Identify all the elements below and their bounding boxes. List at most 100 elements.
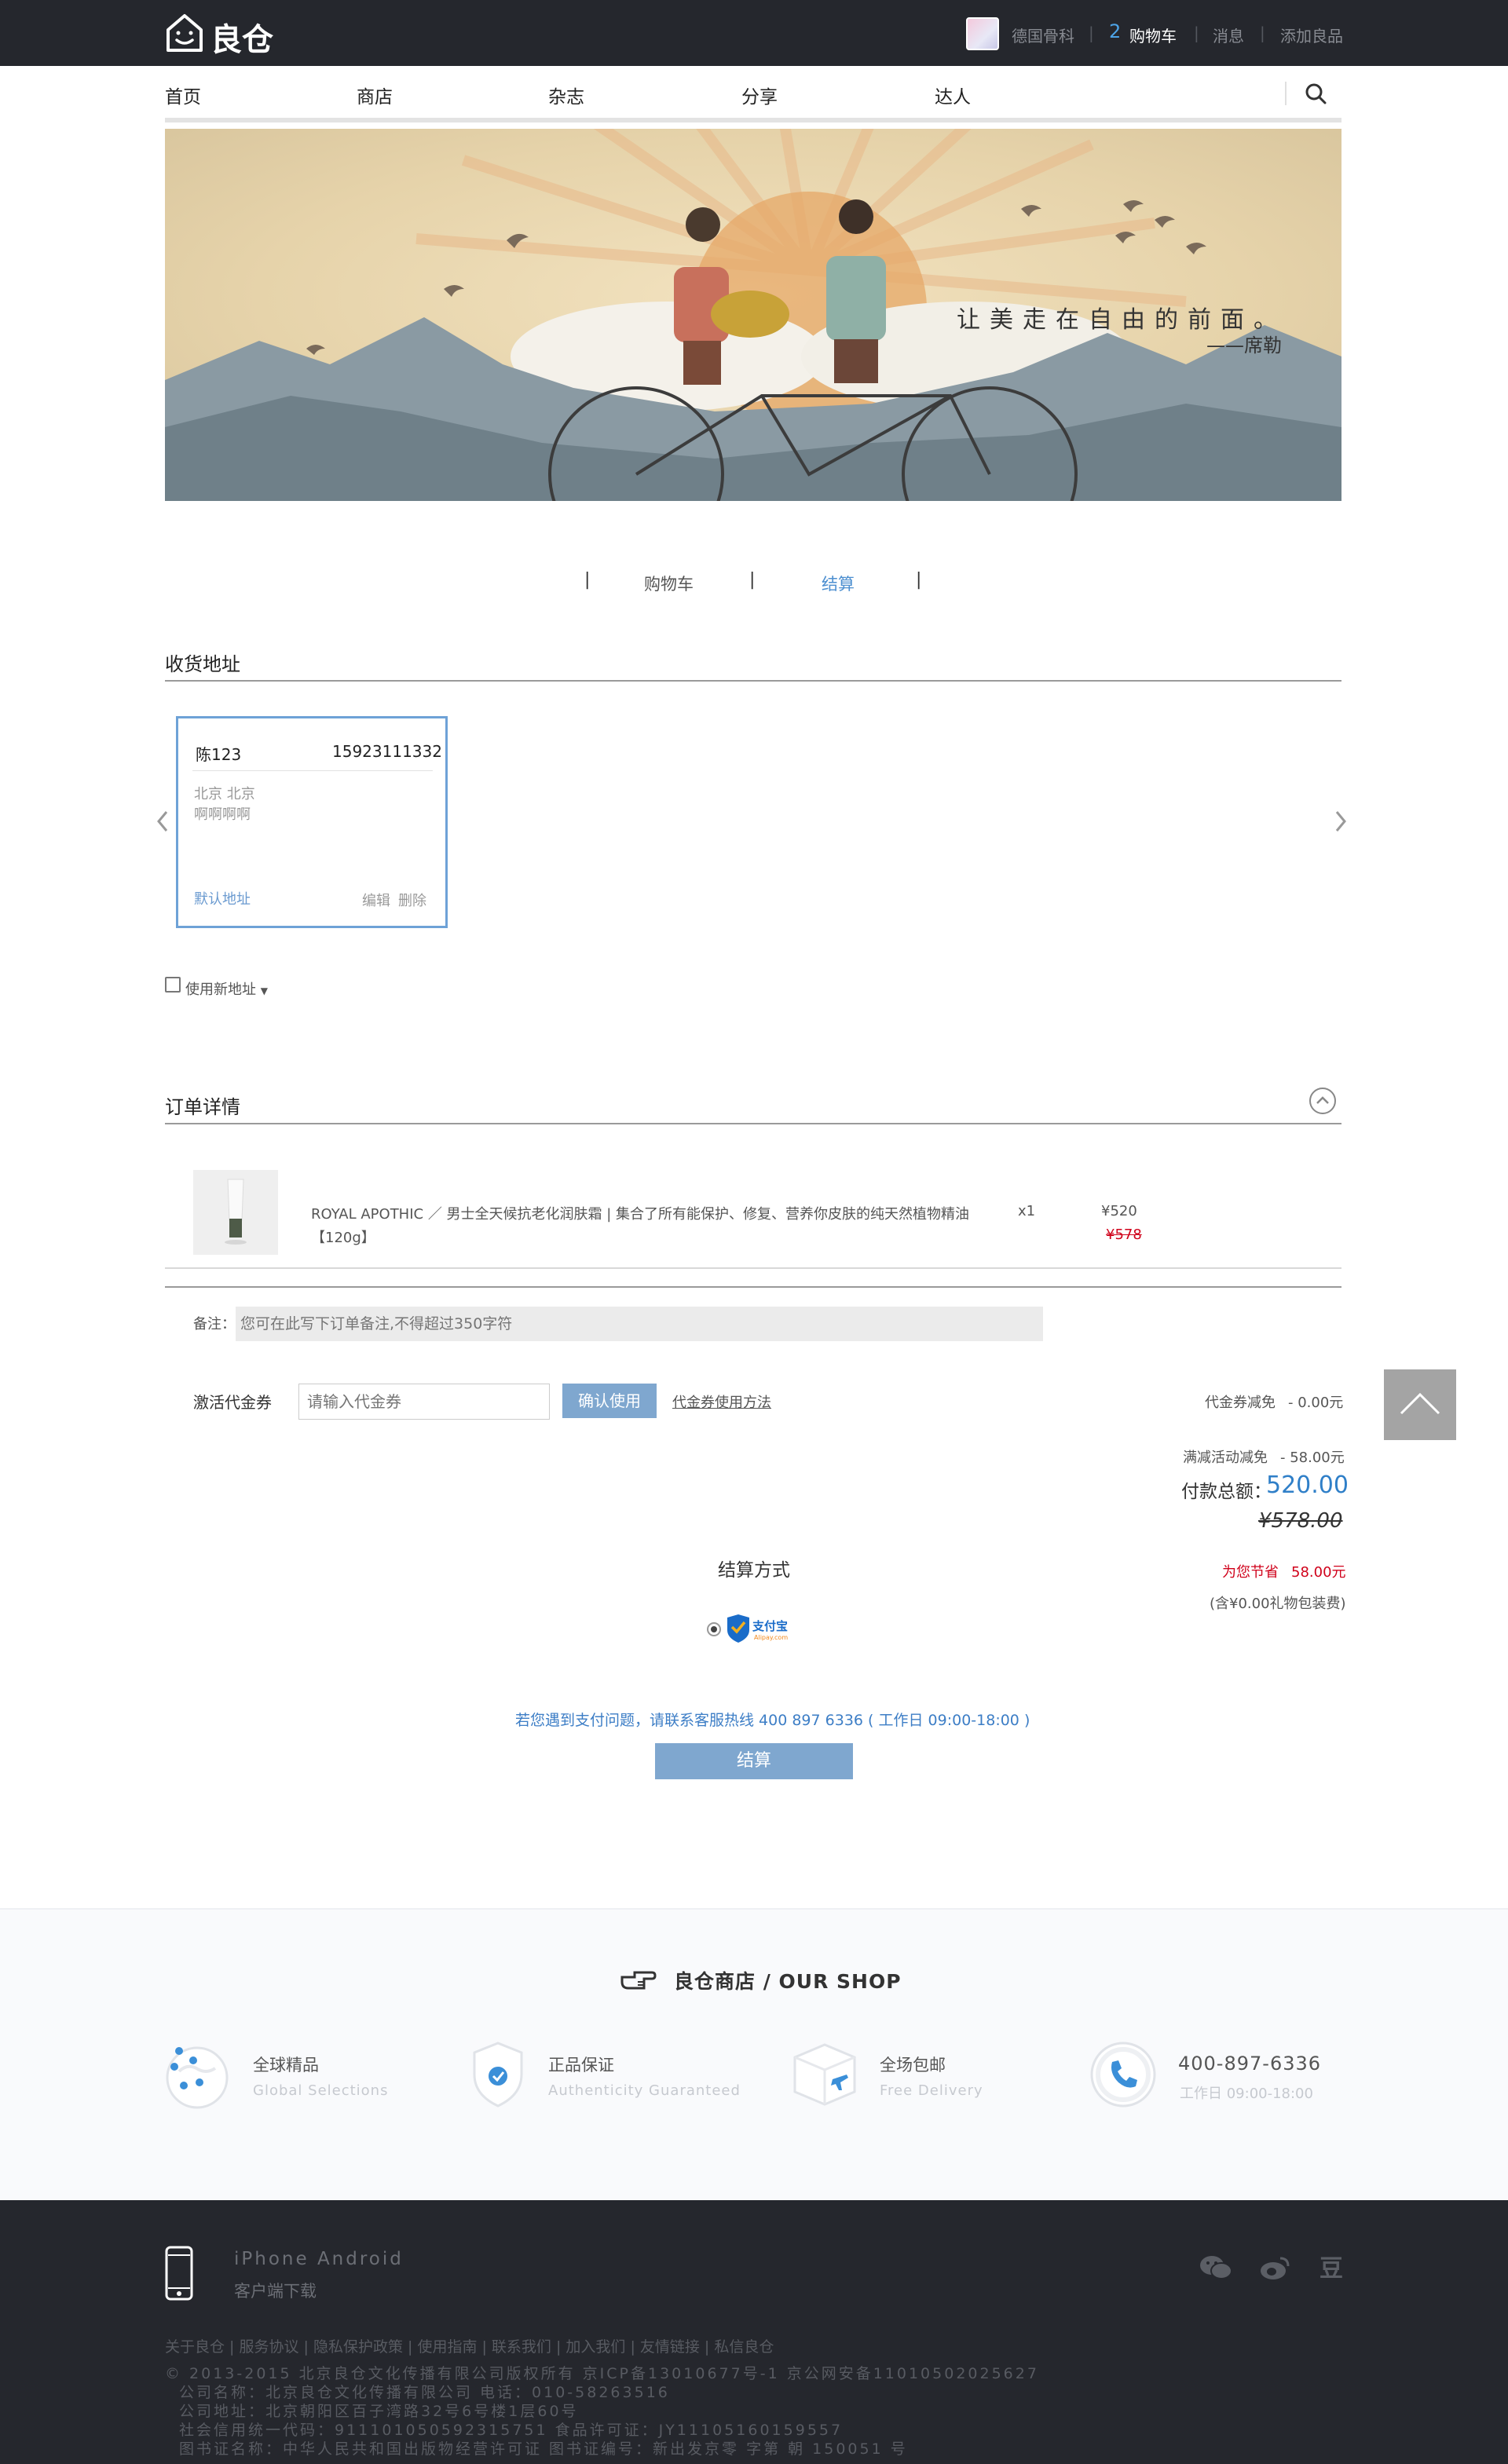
phone-icon bbox=[1090, 2042, 1156, 2108]
apply-coupon-button[interactable]: 确认使用 bbox=[562, 1384, 657, 1418]
alipay-logo-text: 支付宝 bbox=[752, 1619, 788, 1633]
step-separator: | bbox=[916, 570, 922, 590]
box-plane-icon bbox=[793, 2043, 856, 2106]
item-divider bbox=[165, 1267, 1341, 1269]
coupon-discount-value: - 0.00元 bbox=[1288, 1395, 1344, 1411]
back-to-top-button[interactable] bbox=[1384, 1369, 1456, 1440]
company-name-line: 公司名称：北京良仓文化传播有限公司 电话：010-58263516 bbox=[179, 2384, 670, 2401]
shield-check-icon bbox=[473, 2042, 523, 2108]
order-section-divider bbox=[165, 1123, 1341, 1124]
address-card-divider bbox=[192, 770, 433, 771]
mobile-phone-icon[interactable] bbox=[163, 2246, 195, 2301]
book-license-line: 图书证名称：中华人民共和国出版物经营许可证 图书证编号：新出发京零 字第 朝 1… bbox=[179, 2440, 908, 2458]
new-address-text: 使用新地址 bbox=[185, 982, 256, 998]
new-address-checkbox[interactable] bbox=[165, 977, 181, 993]
caret-down-icon: ▼ bbox=[260, 985, 268, 996]
nav-item-home[interactable]: 首页 bbox=[165, 82, 201, 108]
chevron-left-icon[interactable] bbox=[154, 809, 171, 834]
company-address-line: 公司地址：北京朝阳区百子湾路32号6号楼1层60号 bbox=[179, 2403, 579, 2420]
total-label: 付款总额： bbox=[1181, 1482, 1272, 1502]
address-city: 北京 北京 bbox=[194, 786, 255, 802]
coupon-label: 激活代金券 bbox=[193, 1393, 272, 1412]
new-address-label[interactable]: 使用新地址 ▼ bbox=[185, 978, 268, 999]
step-checkout-active[interactable]: 结算 bbox=[822, 572, 855, 595]
address-recipient-name: 陈123 bbox=[196, 745, 242, 764]
feature-subtitle: Authenticity Guaranteed bbox=[548, 2082, 741, 2099]
product-name[interactable]: ROYAL APOTHIC ／ 男士全天候抗老化润肤霜 | 集合了所有能保护、修… bbox=[311, 1203, 969, 1223]
banner-quote-author: ——席勒 bbox=[1206, 335, 1282, 356]
product-spec: 【120g】 bbox=[311, 1230, 375, 1246]
pointing-hand-icon bbox=[620, 1971, 657, 1990]
douban-icon[interactable]: 豆 bbox=[1320, 2249, 1343, 2283]
logo-text[interactable]: 良仓 bbox=[210, 14, 273, 60]
logo-house-icon[interactable] bbox=[165, 13, 204, 53]
edit-address-link[interactable]: 编辑 bbox=[362, 890, 390, 910]
nav-divider bbox=[1285, 82, 1287, 105]
product-quantity: x1 bbox=[1018, 1203, 1036, 1219]
footer-links[interactable]: 关于良仓 | 服务协议 | 隐私保护政策 | 使用指南 | 联系我们 | 加入我… bbox=[165, 2335, 774, 2356]
payment-method-title: 结算方式 bbox=[718, 1560, 790, 1581]
delete-address-link[interactable]: 删除 bbox=[398, 890, 426, 910]
savings-value: 58.00元 bbox=[1291, 1564, 1346, 1581]
feature-title: 全球精品 bbox=[253, 2056, 319, 2075]
total-value: 520.00 bbox=[1266, 1471, 1349, 1499]
alipay-logo-subtext: Alipay.com bbox=[754, 1634, 788, 1641]
nav-item-experts[interactable]: 达人 bbox=[935, 82, 971, 108]
user-name-link[interactable]: 德国骨科 bbox=[1012, 24, 1074, 46]
item-divider bbox=[165, 1286, 1341, 1288]
step-separator: | bbox=[749, 570, 756, 590]
nav-item-share[interactable]: 分享 bbox=[741, 82, 778, 108]
address-card-selected[interactable]: 陈123 15923111332 北京 北京 啊啊啊啊 默认地址 编辑 删除 bbox=[176, 716, 448, 928]
wechat-icon[interactable] bbox=[1199, 2254, 1233, 2282]
promo-discount-label: 满减活动减免 bbox=[1183, 1450, 1268, 1466]
savings-label: 为您节省 bbox=[1222, 1564, 1279, 1581]
messages-link[interactable]: 消息 bbox=[1213, 24, 1244, 46]
order-section-title: 订单详情 bbox=[165, 1096, 240, 1118]
coupon-discount-label: 代金券减免 bbox=[1205, 1395, 1276, 1411]
step-separator: | bbox=[584, 570, 591, 590]
address-section-divider bbox=[165, 680, 1341, 682]
service-phone-number[interactable]: 400-897-6336 bbox=[1178, 2053, 1321, 2075]
step-cart[interactable]: 购物车 bbox=[644, 572, 694, 595]
original-total: ¥578.00 bbox=[1258, 1509, 1343, 1533]
feature-title: 全场包邮 bbox=[880, 2056, 946, 2075]
coupon-help-link[interactable]: 代金券使用方法 bbox=[672, 1391, 771, 1412]
chevron-up-icon bbox=[1400, 1392, 1440, 1415]
payment-help-text: 若您遇到支付问题，请联系客服热线 400 897 6336 ( 工作日 09:0… bbox=[515, 1712, 1030, 1729]
header-separator: | bbox=[1194, 24, 1199, 42]
header-separator: | bbox=[1089, 24, 1094, 42]
coupon-input[interactable] bbox=[298, 1384, 550, 1420]
collapse-up-icon[interactable] bbox=[1309, 1087, 1337, 1115]
app-download-subtitle[interactable]: 客户端下载 bbox=[234, 2279, 317, 2302]
checkout-submit-button[interactable]: 结算 bbox=[655, 1743, 853, 1779]
remark-input[interactable] bbox=[236, 1307, 1043, 1341]
default-address-label[interactable]: 默认地址 bbox=[194, 888, 251, 908]
app-download-title[interactable]: iPhone Android bbox=[234, 2249, 404, 2269]
product-thumbnail[interactable] bbox=[193, 1170, 278, 1255]
promo-discount-value: - 58.00元 bbox=[1280, 1450, 1345, 1466]
credit-code-line: 社会信用统一代码：911101050592315751 食品许可证：JY1110… bbox=[179, 2422, 844, 2439]
feature-subtitle: Free Delivery bbox=[880, 2082, 983, 2099]
alipay-logo[interactable]: 支付宝 Alipay.com bbox=[724, 1613, 798, 1644]
service-hours: 工作日 09:00-18:00 bbox=[1180, 2086, 1313, 2102]
nav-item-magazine[interactable]: 杂志 bbox=[548, 82, 584, 108]
cart-link[interactable]: 购物车 bbox=[1129, 24, 1177, 46]
feature-subtitle: Global Selections bbox=[253, 2082, 389, 2099]
globe-pin-icon bbox=[166, 2046, 229, 2109]
address-street: 啊啊啊啊 bbox=[194, 806, 251, 823]
copyright-line: © 2013-2015 北京良仓文化传播有限公司版权所有 京ICP备130106… bbox=[165, 2365, 1039, 2382]
address-section-title: 收货地址 bbox=[165, 653, 240, 675]
gift-wrap-note: (含¥0.00礼物包装费) bbox=[1210, 1596, 1346, 1612]
shop-section-title: 良仓商店 / OUR SHOP bbox=[674, 1970, 902, 1993]
add-item-link[interactable]: 添加良品 bbox=[1280, 24, 1343, 46]
cart-count-badge[interactable]: 2 bbox=[1109, 20, 1121, 42]
address-phone: 15923111332 bbox=[332, 742, 442, 761]
chevron-right-icon[interactable] bbox=[1332, 809, 1349, 834]
product-tube-image bbox=[193, 1170, 278, 1255]
nav-item-shop[interactable]: 商店 bbox=[357, 82, 393, 108]
weibo-icon[interactable] bbox=[1258, 2254, 1291, 2282]
search-icon[interactable] bbox=[1304, 82, 1327, 105]
radio-selected-dot bbox=[711, 1626, 717, 1632]
user-avatar[interactable] bbox=[966, 17, 999, 50]
feature-title: 正品保证 bbox=[548, 2056, 614, 2075]
